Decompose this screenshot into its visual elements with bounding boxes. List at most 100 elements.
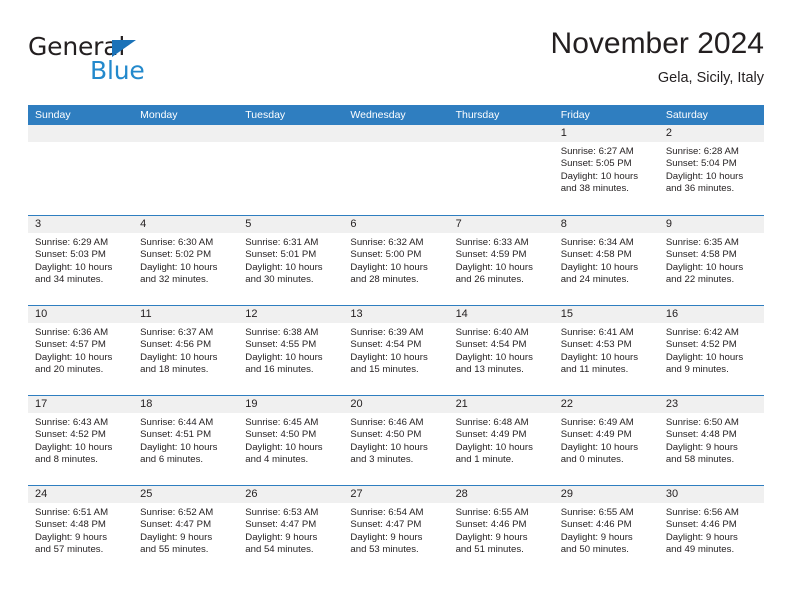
day-detail-line: and 3 minutes.: [350, 453, 414, 465]
day-detail-line: Sunset: 5:02 PM: [140, 249, 212, 261]
day-cell-30[interactable]: 30 Sunrise: 6:56 AM Sunset: 4:46 PM Dayligh…: [658, 486, 764, 575]
day-detail-line: Sunset: 4:49 PM: [455, 429, 527, 441]
day-detail-line: Daylight: 9 hours: [140, 531, 213, 543]
day-detail-line: Sunrise: 6:42 AM: [665, 327, 739, 338]
day-detail-line: Daylight: 10 hours: [665, 170, 744, 182]
day-cell-29[interactable]: 29 Sunrise: 6:55 AM Sunset: 4:46 PM Dayligh…: [553, 486, 659, 575]
day-cell-empty: [448, 125, 554, 215]
day-detail-line: Daylight: 10 hours: [245, 441, 323, 453]
day-cell-16[interactable]: 16 Sunrise: 6:42 AM Sunset: 4:52 PM Dayligh…: [658, 306, 764, 395]
day-number: [28, 125, 134, 142]
day-cell-20[interactable]: 20 Sunrise: 6:46 AM Sunset: 4:50 PM Dayligh…: [343, 396, 449, 485]
day-details: Sunrise: 6:46 AM Sunset: 4:50 PM Daylight:…: [343, 413, 448, 466]
day-cell-14[interactable]: 14 Sunrise: 6:40 AM Sunset: 4:54 PM Dayligh…: [448, 306, 554, 395]
day-cell-13[interactable]: 13 Sunrise: 6:39 AM Sunset: 4:54 PM Dayligh…: [343, 306, 449, 395]
day-detail-line: Sunset: 4:50 PM: [350, 429, 422, 441]
day-cell-6[interactable]: 6 Sunrise: 6:32 AM Sunset: 5:00 PM Daylight…: [343, 216, 449, 305]
day-detail-line: and 18 minutes.: [140, 363, 209, 375]
day-details: Sunrise: 6:35 AM Sunset: 4:58 PM Daylight:…: [659, 233, 764, 286]
day-cell-18[interactable]: 18 Sunrise: 6:44 AM Sunset: 4:51 PM Dayligh…: [133, 396, 239, 485]
day-detail-line: and 13 minutes.: [455, 363, 524, 375]
day-detail-line: and 16 minutes.: [245, 363, 314, 375]
day-detail-line: Sunset: 4:48 PM: [35, 519, 106, 531]
day-details: [449, 142, 554, 146]
day-detail-line: and 36 minutes.: [665, 182, 735, 194]
day-detail-line: Sunset: 5:00 PM: [350, 249, 422, 261]
day-detail-line: Sunrise: 6:37 AM: [140, 327, 214, 338]
day-number: 10: [28, 306, 134, 323]
generalblue-logo[interactable]: General Blue: [28, 32, 258, 92]
day-cell-24[interactable]: 24 Sunrise: 6:51 AM Sunset: 4:48 PM Dayligh…: [28, 486, 134, 575]
day-detail-line: and 50 minutes.: [560, 543, 629, 555]
day-cell-19[interactable]: 19 Sunrise: 6:45 AM Sunset: 4:50 PM Dayligh…: [238, 396, 344, 485]
day-detail-line: Daylight: 10 hours: [140, 351, 218, 363]
day-cell-11[interactable]: 11 Sunrise: 6:37 AM Sunset: 4:56 PM Dayligh…: [133, 306, 239, 395]
day-number: 2: [658, 125, 764, 142]
day-detail-line: and 6 minutes.: [140, 453, 204, 465]
day-cell-1[interactable]: 1 Sunrise: 6:27 AM Sunset: 5:05 PM Daylight…: [553, 125, 659, 215]
day-detail-line: Daylight: 10 hours: [35, 351, 113, 363]
day-detail-line: Sunset: 4:47 PM: [245, 519, 317, 531]
day-detail-line: Sunrise: 6:56 AM: [665, 507, 739, 518]
day-cell-10[interactable]: 10 Sunrise: 6:36 AM Sunset: 4:57 PM Dayligh…: [28, 306, 134, 395]
day-cell-25[interactable]: 25 Sunrise: 6:52 AM Sunset: 4:47 PM Dayligh…: [133, 486, 239, 575]
day-number: 23: [658, 396, 764, 413]
day-cell-17[interactable]: 17 Sunrise: 6:43 AM Sunset: 4:52 PM Dayligh…: [28, 396, 134, 485]
weekday-header-tuesday: Tuesday: [245, 109, 286, 121]
day-detail-line: and 8 minutes.: [35, 453, 98, 465]
day-detail-line: Daylight: 9 hours: [560, 531, 633, 543]
day-details: Sunrise: 6:55 AM Sunset: 4:46 PM Daylight:…: [554, 503, 659, 556]
day-cell-15[interactable]: 15 Sunrise: 6:41 AM Sunset: 4:53 PM Dayligh…: [553, 306, 659, 395]
day-cell-27[interactable]: 27 Sunrise: 6:54 AM Sunset: 4:47 PM Dayligh…: [343, 486, 449, 575]
day-detail-line: Sunrise: 6:52 AM: [140, 507, 214, 518]
day-detail-line: Sunset: 5:01 PM: [245, 249, 317, 261]
day-detail-line: Sunset: 4:52 PM: [35, 429, 106, 441]
day-number: 14: [448, 306, 554, 323]
day-detail-line: Daylight: 9 hours: [35, 531, 107, 543]
day-detail-line: and 38 minutes.: [560, 182, 629, 194]
day-detail-line: and 4 minutes.: [245, 453, 309, 465]
day-cell-9[interactable]: 9 Sunrise: 6:35 AM Sunset: 4:58 PM Daylight…: [658, 216, 764, 305]
day-cell-5[interactable]: 5 Sunrise: 6:31 AM Sunset: 5:01 PM Daylight…: [238, 216, 344, 305]
day-detail-line: Sunrise: 6:55 AM: [560, 507, 634, 518]
day-cell-21[interactable]: 21 Sunrise: 6:48 AM Sunset: 4:49 PM Dayligh…: [448, 396, 554, 485]
day-detail-line: and 1 minute.: [455, 453, 514, 465]
day-detail-line: Sunrise: 6:41 AM: [560, 327, 634, 338]
day-cell-12[interactable]: 12 Sunrise: 6:38 AM Sunset: 4:55 PM Dayligh…: [238, 306, 344, 395]
day-details: Sunrise: 6:53 AM Sunset: 4:47 PM Daylight:…: [238, 503, 343, 556]
day-cell-8[interactable]: 8 Sunrise: 6:34 AM Sunset: 4:58 PM Daylight…: [553, 216, 659, 305]
day-number: 7: [448, 216, 554, 233]
day-cell-22[interactable]: 22 Sunrise: 6:49 AM Sunset: 4:49 PM Dayligh…: [553, 396, 659, 485]
day-cell-7[interactable]: 7 Sunrise: 6:33 AM Sunset: 4:59 PM Daylight…: [448, 216, 554, 305]
day-number: 5: [238, 216, 344, 233]
day-number: 17: [28, 396, 134, 413]
day-number: 3: [28, 216, 134, 233]
day-number: 11: [133, 306, 239, 323]
day-cell-28[interactable]: 28 Sunrise: 6:55 AM Sunset: 4:46 PM Dayligh…: [448, 486, 554, 575]
day-details: Sunrise: 6:52 AM Sunset: 4:47 PM Daylight:…: [133, 503, 238, 556]
page-title: November 2024: [550, 27, 764, 60]
day-cell-26[interactable]: 26 Sunrise: 6:53 AM Sunset: 4:47 PM Dayligh…: [238, 486, 344, 575]
day-details: Sunrise: 6:33 AM Sunset: 4:59 PM Daylight:…: [449, 233, 554, 286]
day-detail-line: Sunset: 4:46 PM: [560, 519, 632, 531]
day-number: [343, 125, 449, 142]
day-detail-line: Daylight: 9 hours: [245, 531, 318, 543]
day-detail-line: Sunrise: 6:55 AM: [455, 507, 529, 518]
day-detail-line: Sunrise: 6:28 AM: [665, 146, 739, 157]
day-detail-line: and 24 minutes.: [560, 273, 629, 285]
day-details: Sunrise: 6:28 AM Sunset: 5:04 PM Daylight:…: [659, 142, 764, 195]
day-detail-line: and 32 minutes.: [140, 273, 209, 285]
day-cell-3[interactable]: 3 Sunrise: 6:29 AM Sunset: 5:03 PM Daylight…: [28, 216, 134, 305]
day-details: Sunrise: 6:40 AM Sunset: 4:54 PM Daylight:…: [449, 323, 554, 376]
day-detail-line: and 28 minutes.: [350, 273, 419, 285]
day-detail-line: and 20 minutes.: [35, 363, 104, 375]
day-cell-23[interactable]: 23 Sunrise: 6:50 AM Sunset: 4:48 PM Dayligh…: [658, 396, 764, 485]
day-number: 22: [553, 396, 659, 413]
day-number: 19: [238, 396, 344, 413]
day-details: [238, 142, 343, 146]
day-detail-line: Daylight: 9 hours: [665, 441, 738, 453]
day-details: Sunrise: 6:43 AM Sunset: 4:52 PM Daylight:…: [28, 413, 133, 466]
day-detail-line: Sunrise: 6:33 AM: [455, 237, 529, 248]
day-cell-4[interactable]: 4 Sunrise: 6:30 AM Sunset: 5:02 PM Daylight…: [133, 216, 239, 305]
day-cell-2[interactable]: 2 Sunrise: 6:28 AM Sunset: 5:04 PM Daylight…: [658, 125, 764, 215]
